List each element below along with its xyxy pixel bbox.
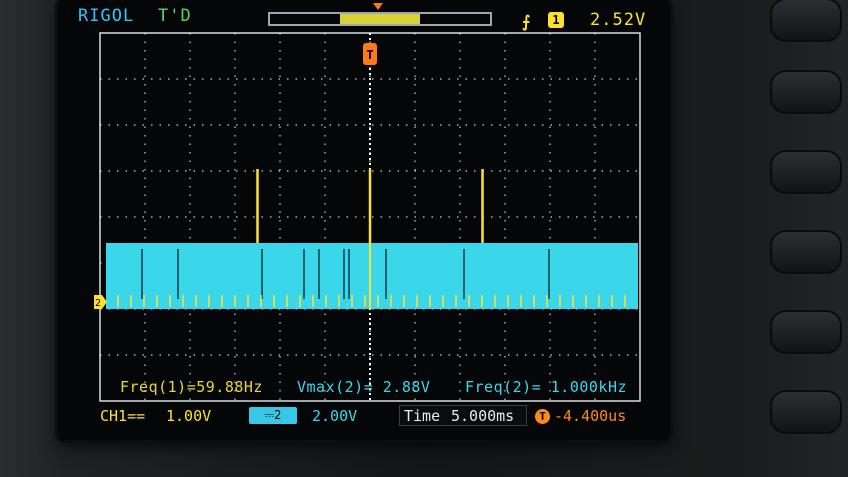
time-label: Time <box>404 407 441 425</box>
trigger-marker-label: T <box>366 48 373 62</box>
measurement-vmax-ch2: Vmax(2)= 2.88V <box>297 378 431 396</box>
soft-key-6[interactable] <box>772 392 840 432</box>
status-bar: CH1== 1.00V ⎓2 2.00V Time 5.000ms T -4.4… <box>94 404 650 430</box>
memory-trigger-pointer-icon <box>373 3 383 10</box>
soft-key-5[interactable] <box>772 312 840 352</box>
brand-logo: RIGOL <box>78 6 135 26</box>
trigger-status: T'D <box>158 6 192 26</box>
ch2-ground-marker-label: 2 <box>95 298 101 309</box>
ch2-scale: 2.00V <box>312 407 358 425</box>
trigger-offset: -4.400us <box>554 407 627 425</box>
ch1-label[interactable]: CH1== <box>100 407 145 425</box>
ch1-scale: 1.00V <box>166 407 212 425</box>
waveform-canvas: T2 <box>94 32 641 402</box>
ch2-coupling-icon[interactable]: ⎓2 <box>249 407 297 424</box>
measurement-freq-ch1: Freq(1)=59.88Hz <box>120 378 263 396</box>
memory-position-bar <box>268 12 492 26</box>
measurement-freq-ch2: Freq(2)= 1.000kHz <box>465 378 628 396</box>
soft-key-1[interactable] <box>772 0 840 40</box>
waveform-display: T2 <box>94 29 650 407</box>
trigger-channel-badge: 1 <box>548 12 564 28</box>
soft-key-2[interactable] <box>772 72 840 112</box>
soft-key-4[interactable] <box>772 232 840 272</box>
soft-key-3[interactable] <box>772 152 840 192</box>
time-scale: 5.000ms <box>451 407 515 425</box>
ch2-waveform <box>106 243 638 309</box>
trigger-offset-icon: T <box>535 409 550 424</box>
memory-window <box>340 14 420 24</box>
trigger-level-readout: 2.52V <box>590 10 647 30</box>
